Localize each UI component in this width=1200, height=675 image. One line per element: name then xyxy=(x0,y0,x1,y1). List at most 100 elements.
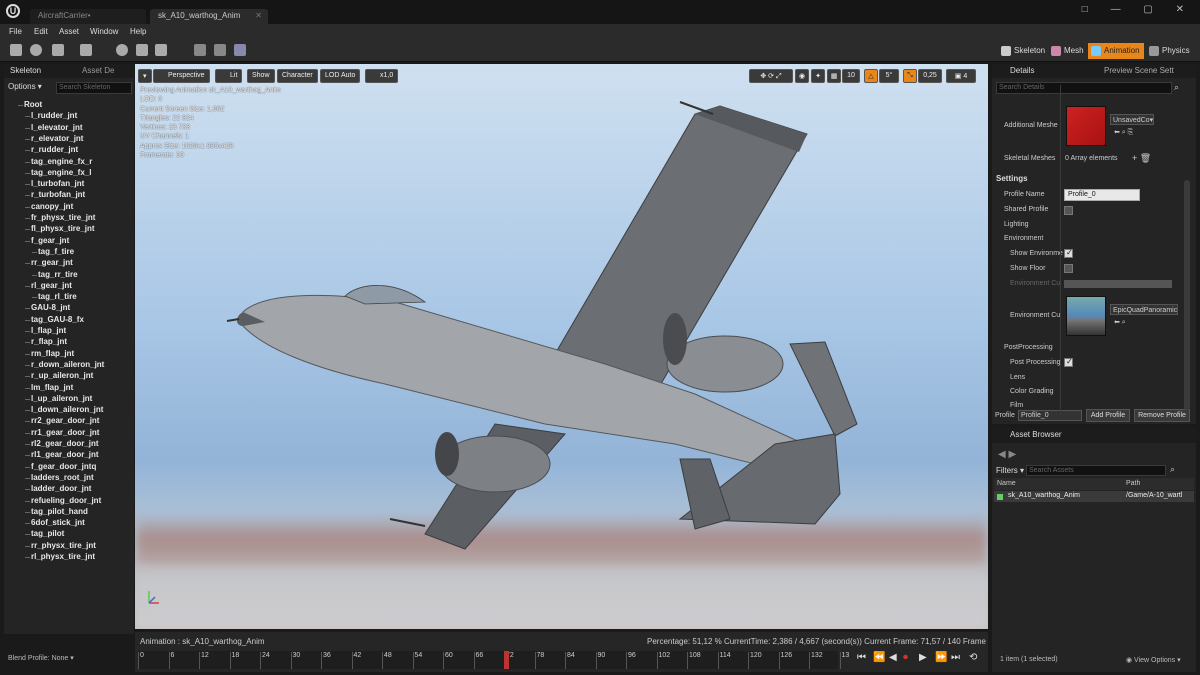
asset-icon[interactable] xyxy=(80,44,92,56)
apply-icon[interactable] xyxy=(214,44,226,56)
viewport-menu-button[interactable]: ▾ xyxy=(138,69,152,83)
bone-item[interactable]: ladder_door_jnt xyxy=(24,484,91,493)
mesh-thumbnail[interactable] xyxy=(1066,106,1106,146)
scale-snap-value[interactable]: 0,25 xyxy=(918,69,942,83)
postprocessing-category[interactable]: PostProcessing xyxy=(1004,344,1053,351)
show-button[interactable]: Show xyxy=(247,69,275,83)
browse-arrows-icon[interactable]: ⬅ ⌕ ⎘ xyxy=(1114,128,1133,137)
options-dropdown[interactable]: Options ▾ xyxy=(8,82,42,91)
profile-dropdown[interactable]: Profile_0 xyxy=(1018,410,1082,421)
skip-to-end-icon[interactable]: ⏭ xyxy=(951,652,960,663)
mode-physics[interactable]: Physics xyxy=(1146,43,1194,59)
bone-item[interactable]: rl_gear_jnt xyxy=(25,281,72,290)
rotation-snap-icon[interactable]: △ xyxy=(864,69,878,83)
film-category[interactable]: Film xyxy=(1010,402,1023,409)
bone-item[interactable]: l_turbofan_jnt xyxy=(24,179,84,188)
tab-animation-asset[interactable]: sk_A10_warthog_Anim ✕ xyxy=(150,9,268,24)
reimport-icon[interactable] xyxy=(52,44,64,56)
bone-item[interactable]: Root xyxy=(17,100,42,109)
viewport[interactable]: ▾ Perspective Lit Show Character LOD Aut… xyxy=(135,64,988,629)
playback-speed-button[interactable]: x1,0 xyxy=(365,69,399,83)
remove-profile-button[interactable]: Remove Profile xyxy=(1134,409,1190,422)
table-row[interactable]: sk_A10_warthog_Anim /Game/A-10_wartl xyxy=(994,491,1194,502)
history-arrows-icon[interactable]: ◀ ▶ xyxy=(998,449,1016,460)
menu-window[interactable]: Window xyxy=(90,27,118,36)
tab-skeleton[interactable]: Skeleton xyxy=(10,66,41,75)
tab-details[interactable]: Details xyxy=(1010,66,1034,75)
bone-item[interactable]: tag_engine_fx_r xyxy=(24,157,92,166)
export-icon[interactable] xyxy=(155,44,167,56)
postprocessing-enabled-checkbox[interactable] xyxy=(1064,357,1073,367)
bone-item[interactable]: tag_GAU-8_fx xyxy=(25,315,84,324)
tab-preview-scene-settings[interactable]: Preview Scene Sett xyxy=(1104,66,1174,75)
loop-icon[interactable]: ⟲ xyxy=(969,652,977,663)
settings-icon[interactable] xyxy=(116,44,128,56)
bone-item[interactable]: r_rudder_jnt xyxy=(24,145,78,154)
bone-item[interactable]: ladders_root_jnt xyxy=(25,473,94,482)
color-grading-category[interactable]: Color Grading xyxy=(1010,388,1054,395)
browse-icon[interactable] xyxy=(30,44,42,56)
perspective-button[interactable]: Perspective xyxy=(153,69,210,83)
skeleton-search-input[interactable]: Search Skeleton xyxy=(56,82,132,94)
asset-browser-tab[interactable]: Asset Browser xyxy=(992,428,1196,443)
play-icon[interactable]: ▶ xyxy=(919,652,927,663)
environment-category[interactable]: Environment xyxy=(1004,235,1043,242)
bone-item[interactable]: lm_flap_jnt xyxy=(24,383,73,392)
record-icon[interactable] xyxy=(136,44,148,56)
bone-item[interactable]: l_up_aileron_jnt xyxy=(24,394,92,403)
scale-snap-icon[interactable]: ⤡ xyxy=(903,69,917,83)
show-environment-checkbox[interactable] xyxy=(1064,248,1073,258)
grid-snap-icon[interactable]: ▦ xyxy=(827,69,841,83)
bone-item[interactable]: tag_rr_tire xyxy=(32,270,78,279)
grid-size-value[interactable]: 10 xyxy=(842,69,860,83)
cubemap-dropdown[interactable]: EpicQuadPanoramic▾ xyxy=(1110,304,1178,315)
cubemap-thumbnail[interactable] xyxy=(1066,296,1106,336)
bone-item[interactable]: r_flap_jnt xyxy=(24,337,67,346)
window-controls[interactable]: □ — ▢ ✕ xyxy=(1082,4,1194,15)
play-reverse-icon[interactable]: ◀ xyxy=(889,652,897,663)
browse-arrows-icon[interactable]: ⬅ ⌕ xyxy=(1114,318,1126,327)
asset-search-input[interactable]: Search Assets xyxy=(1026,465,1166,476)
additional-meshes-dropdown[interactable]: UnsavedCo▾ xyxy=(1110,114,1154,125)
bone-item[interactable]: 6dof_stick_jnt xyxy=(25,518,85,527)
show-floor-checkbox[interactable] xyxy=(1064,264,1073,273)
camera-speed-value[interactable]: ▣ 4 xyxy=(946,69,976,83)
bone-item[interactable]: r_elevator_jnt xyxy=(24,134,83,143)
character-button[interactable]: Character xyxy=(277,69,318,83)
bone-item[interactable]: r_down_aileron_jnt xyxy=(24,360,104,369)
bone-item[interactable]: f_gear_door_jntq xyxy=(24,462,96,471)
bone-item[interactable]: l_flap_jnt xyxy=(24,326,66,335)
settings-category[interactable]: Settings xyxy=(996,174,1028,183)
bone-item[interactable]: rr2_gear_door_jnt xyxy=(24,416,99,425)
tab-aircraft-carrier[interactable]: AircraftCarrier• xyxy=(30,9,146,24)
menu-file[interactable]: File xyxy=(9,27,22,36)
world-space-icon[interactable]: ◉ xyxy=(795,69,809,83)
menu-edit[interactable]: Edit xyxy=(34,27,48,36)
surface-snap-icon[interactable]: ✦ xyxy=(811,69,825,83)
column-name[interactable]: Name xyxy=(997,480,1016,487)
bone-item[interactable]: rl2_gear_door_jnt xyxy=(25,439,99,448)
bone-item[interactable]: l_elevator_jnt xyxy=(25,123,83,132)
bone-item[interactable]: r_turbofan_jnt xyxy=(24,190,85,199)
bone-item[interactable]: tag_f_tire xyxy=(31,247,74,256)
bone-item[interactable]: l_rudder_jnt xyxy=(24,111,77,120)
shared-profile-checkbox[interactable] xyxy=(1064,206,1073,215)
bone-item[interactable]: fr_physx_tire_jnt xyxy=(24,213,95,222)
filters-dropdown[interactable]: Filters ▾ xyxy=(996,466,1024,475)
compress-icon[interactable] xyxy=(234,44,246,56)
environment-color-bar[interactable] xyxy=(1064,280,1172,288)
lighting-category[interactable]: Lighting xyxy=(1004,221,1029,228)
lod-button[interactable]: LOD Auto xyxy=(320,69,361,83)
bone-item[interactable]: tag_rl_tire xyxy=(32,292,77,301)
bone-item[interactable]: f_gear_jnt xyxy=(24,236,69,245)
step-back-icon[interactable]: ⏪ xyxy=(873,652,885,663)
add-element-icon[interactable]: + 🗑 xyxy=(1132,153,1151,164)
record-icon[interactable]: ⏺ xyxy=(903,652,908,663)
step-forward-icon[interactable]: ⏩ xyxy=(935,652,947,663)
bone-item[interactable]: tag_engine_fx_l xyxy=(24,168,91,177)
bone-item[interactable]: rr_gear_jnt xyxy=(25,258,73,267)
timeline-ruler[interactable]: 0 6 12 18 24 30 36 42 48 54 60 66 72 78 84 90 96 102 108 11… xyxy=(138,651,849,669)
bone-item[interactable]: rl_physx_tire_jnt xyxy=(24,552,95,561)
menu-help[interactable]: Help xyxy=(130,27,146,36)
mode-animation[interactable]: Animation xyxy=(1088,43,1144,59)
